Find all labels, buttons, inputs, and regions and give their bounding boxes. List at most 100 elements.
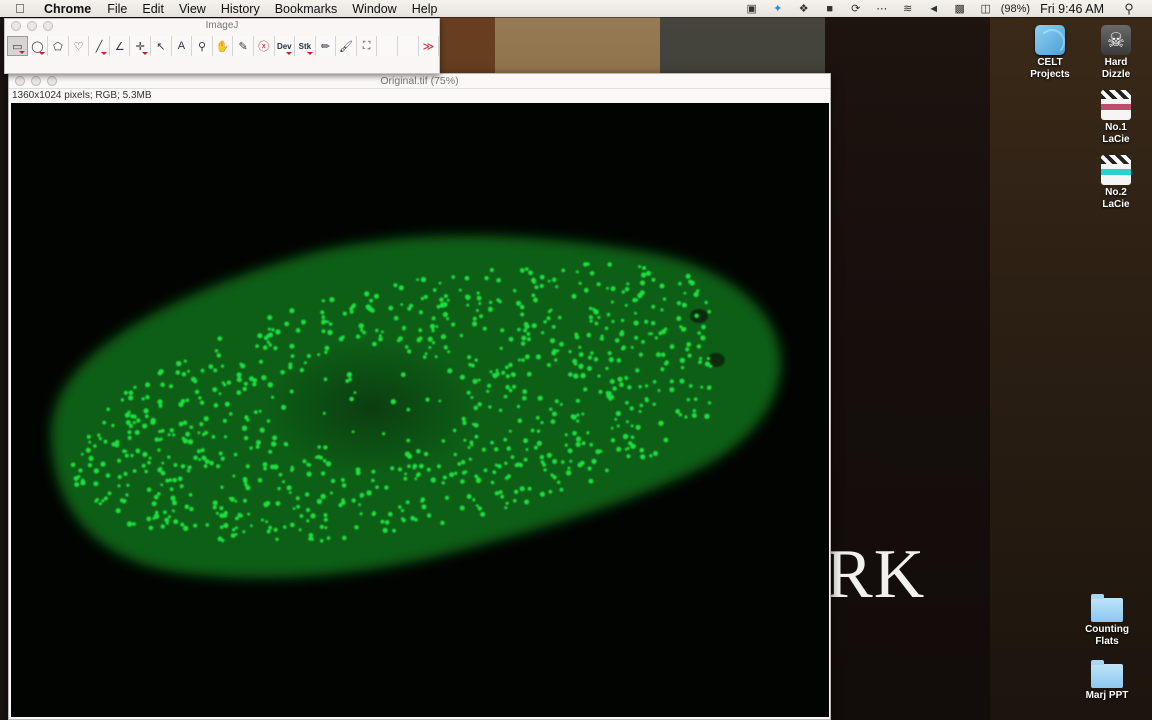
rectangle-tool-button[interactable]: ▭: [7, 36, 28, 56]
remove-overlay-tool-button[interactable]: ⓧ: [253, 36, 275, 56]
stack-tools-button[interactable]: Stk: [295, 36, 316, 56]
desktop-icon-hard-dizzle[interactable]: ☠ Hard Dizzle: [1081, 25, 1151, 81]
desktop-icon-counting-flats[interactable]: Counting Flats: [1072, 592, 1142, 648]
volume-icon[interactable]: ◄: [927, 3, 941, 15]
sync-icon[interactable]: ⟳: [849, 3, 863, 15]
menu-history[interactable]: History: [221, 2, 260, 16]
fluorescent-punctum: [213, 368, 218, 373]
empty-slot-1-button[interactable]: [377, 36, 398, 56]
fluorescent-punctum: [243, 498, 247, 503]
fluorescent-punctum: [144, 469, 148, 474]
fluorescent-punctum: [412, 463, 418, 469]
fluorescent-punctum: [605, 366, 609, 371]
fluorescent-punctum: [691, 413, 697, 418]
fluorescent-punctum: [169, 487, 174, 492]
fluorescent-punctum: [626, 454, 631, 459]
imagej-titlebar[interactable]: ImageJ: [5, 19, 439, 33]
desktop-icon-no1-lacie[interactable]: No.1 LaCie: [1081, 90, 1151, 146]
fluorescent-punctum: [132, 469, 137, 473]
fluorescent-punctum: [295, 328, 301, 333]
menu-edit[interactable]: Edit: [142, 2, 164, 16]
fluorescent-punctum: [486, 389, 490, 393]
fluorescent-punctum: [288, 362, 293, 367]
icon-label: LaCie: [1102, 134, 1130, 145]
fluorescent-punctum: [588, 478, 594, 484]
menu-bookmarks[interactable]: Bookmarks: [275, 2, 338, 16]
point-tool-button[interactable]: ✛: [130, 36, 152, 56]
color-picker-tool-button[interactable]: ✎: [233, 36, 254, 56]
empty-slot-2-button[interactable]: [397, 36, 419, 56]
desktop-icon-marj-ppt[interactable]: Marj PPT: [1072, 658, 1142, 702]
menu-help[interactable]: Help: [412, 2, 438, 16]
input-menu-icon[interactable]: ▩: [953, 3, 967, 15]
pencil-tool-button[interactable]: ✏: [315, 36, 337, 56]
fluorescent-punctum: [581, 441, 586, 446]
desktop-icon-celt-projects[interactable]: CELT Projects: [1015, 25, 1085, 81]
fluorescent-punctum: [341, 335, 345, 339]
fluorescent-punctum: [435, 325, 439, 328]
fluorescent-punctum: [520, 341, 526, 346]
brush-tool-icon: 🖌: [339, 40, 354, 53]
fluorescent-punctum: [573, 373, 579, 379]
polygon-tool-button[interactable]: ⬠: [48, 36, 69, 56]
wand-tool-button[interactable]: ↖: [151, 36, 172, 56]
menu-window[interactable]: Window: [352, 2, 396, 16]
more-tools-button[interactable]: ≫: [418, 36, 440, 56]
fluorescent-punctum: [551, 350, 557, 356]
brush-tool-button[interactable]: 🖌: [336, 36, 357, 56]
fluorescent-punctum: [588, 306, 593, 311]
developer-menu-tool-button[interactable]: Dev: [274, 36, 296, 56]
fluorescent-punctum: [504, 365, 509, 370]
fluorescent-punctum: [527, 486, 532, 491]
dropbox-icon[interactable]: ❖: [797, 3, 811, 15]
fluorescent-punctum: [483, 468, 488, 473]
fluorescent-punctum: [223, 435, 228, 439]
fluorescent-punctum: [400, 303, 403, 306]
fluorescent-punctum: [378, 334, 382, 338]
line-tool-button[interactable]: ╱: [89, 36, 110, 56]
hand-tool-button[interactable]: ✋: [212, 36, 234, 56]
wifi-icon[interactable]: ≋: [901, 3, 915, 15]
apple-menu-icon[interactable]: : [15, 1, 31, 16]
spotlight-search-icon[interactable]: ⚲: [1122, 1, 1136, 16]
freehand-tool-button[interactable]: ♡: [68, 36, 90, 56]
ellipsis-icon[interactable]: ⋯: [875, 3, 889, 15]
fluorescent-punctum: [176, 360, 182, 367]
oval-tool-button[interactable]: ◯: [27, 36, 49, 56]
menu-view[interactable]: View: [179, 2, 206, 16]
fluorescent-punctum: [519, 268, 525, 273]
desktop-icon-no2-lacie[interactable]: No.2 LaCie: [1081, 155, 1151, 211]
fluorescent-punctum: [267, 382, 273, 388]
fluorescent-punctum: [340, 478, 345, 482]
fluorescent-punctum: [463, 438, 467, 442]
fluorescent-punctum: [453, 452, 457, 457]
fluorescent-punctum: [296, 504, 300, 509]
fluorescent-punctum: [431, 328, 435, 333]
menu-app-name[interactable]: Chrome: [44, 2, 91, 16]
angle-tool-button[interactable]: ∠: [109, 36, 131, 56]
fluorescent-punctum: [281, 404, 287, 410]
clock[interactable]: Fri 9:46 AM: [1040, 2, 1104, 16]
zoom-tool-button[interactable]: ⚲: [192, 36, 213, 56]
image-canvas[interactable]: [11, 103, 829, 717]
fluorescent-punctum: [468, 457, 472, 461]
color-picker-tool-icon: ✎: [238, 40, 248, 53]
fluorescent-punctum: [212, 505, 217, 510]
fluorescent-punctum: [232, 474, 236, 478]
fluorescent-punctum: [187, 369, 190, 373]
fluorescent-punctum: [693, 397, 698, 402]
image-window-titlebar[interactable]: Original.tif (75%): [9, 74, 830, 89]
fluorescent-punctum: [148, 525, 154, 531]
fluorescent-punctum: [621, 345, 626, 350]
flood-fill-tool-button[interactable]: ⛶: [356, 36, 378, 56]
display-icon[interactable]: ■: [823, 3, 837, 15]
text-tool-button[interactable]: A: [171, 36, 193, 56]
fluorescent-punctum: [660, 367, 665, 372]
menu-file[interactable]: File: [107, 2, 127, 16]
fluorescent-punctum: [143, 408, 149, 414]
fluorescent-punctum: [559, 487, 564, 492]
twitter-icon[interactable]: ✦: [771, 3, 785, 15]
screen-record-icon[interactable]: ▣: [745, 3, 759, 15]
fluorescent-punctum: [388, 511, 393, 517]
battery-icon[interactable]: ◫: [979, 3, 993, 15]
